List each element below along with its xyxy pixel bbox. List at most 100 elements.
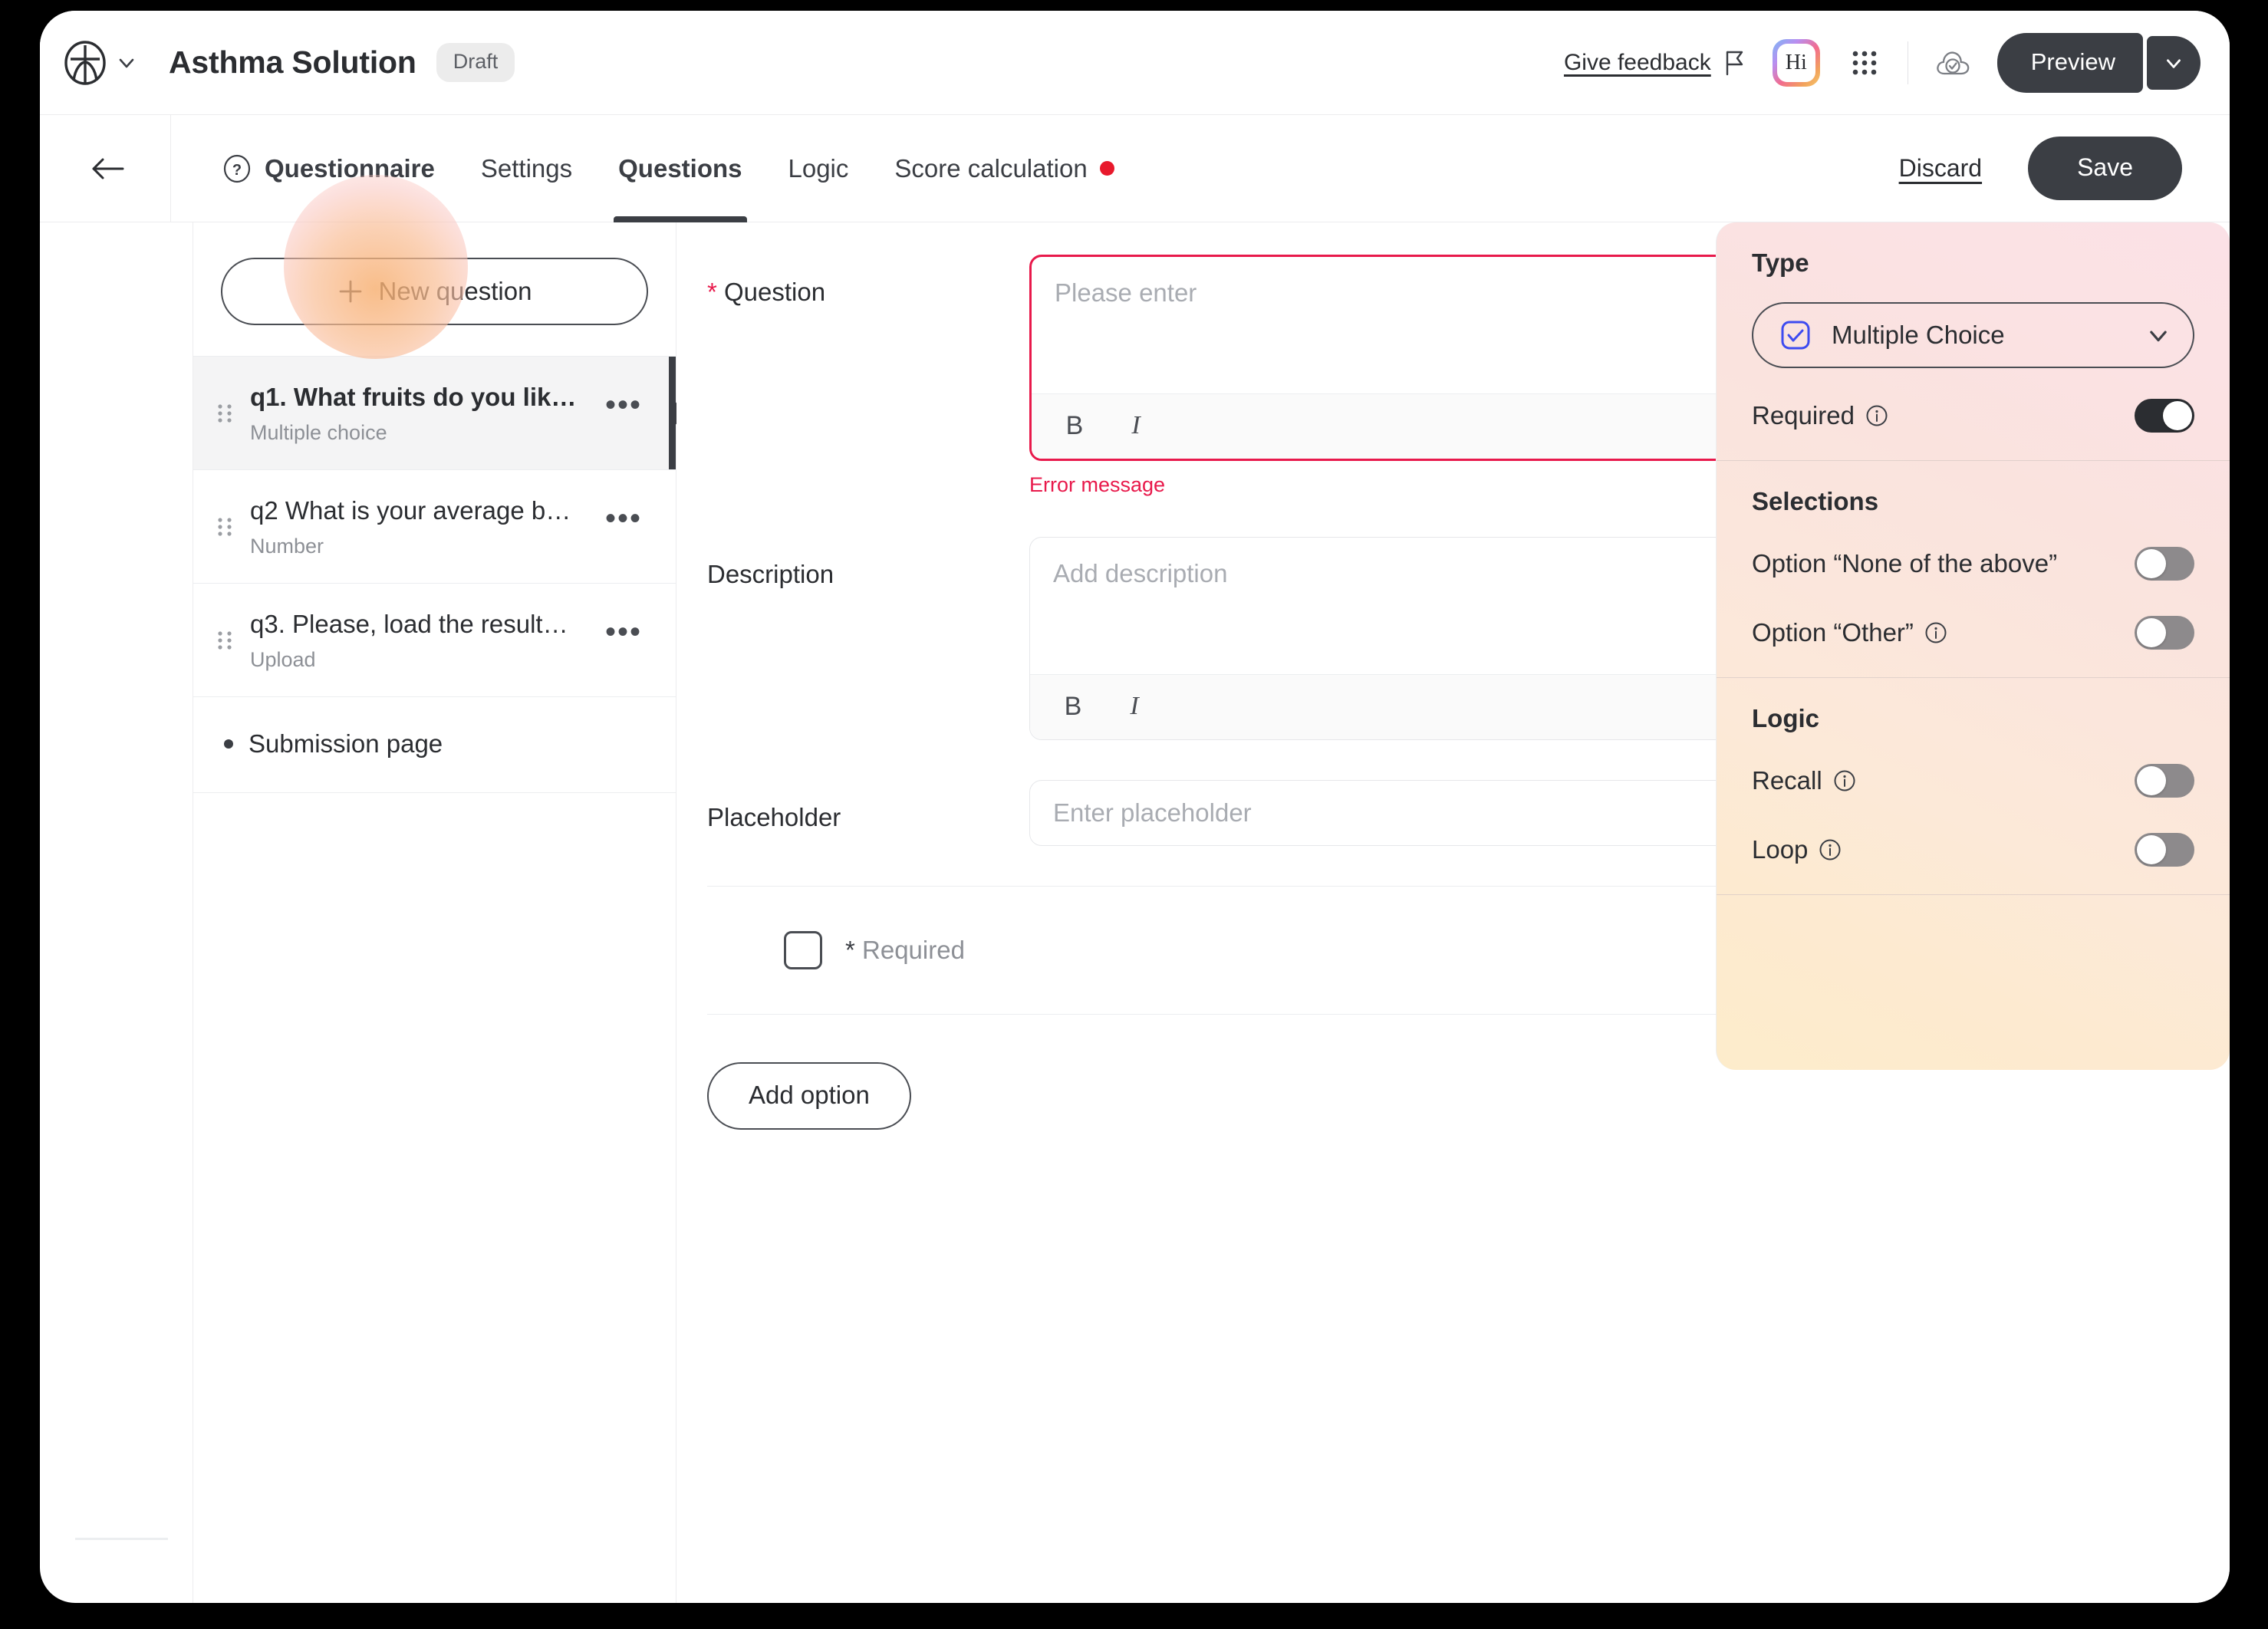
info-icon[interactable] [1819,838,1842,861]
italic-button[interactable]: I [1118,686,1151,727]
option-label-text: Required [862,936,965,964]
drag-handle-icon[interactable] [216,512,233,542]
save-button[interactable]: Save [2028,137,2182,200]
brand-circle-icon [64,40,106,85]
apps-grid-icon[interactable] [1848,46,1881,80]
question-item-more-button[interactable]: ••• [594,503,653,541]
question-list-item-q1[interactable]: q1. What fruits do you lik… Multiple cho… [193,356,690,469]
description-rich-text-editor[interactable]: Add description B I [1029,537,1735,740]
divider [170,114,171,222]
discard-button[interactable]: Discard [1899,154,1982,183]
tab-bar-actions: Discard Save [1899,137,2182,200]
tab-logic[interactable]: Logic [765,115,872,222]
toggle-knob [2137,835,2166,864]
info-icon[interactable] [1833,769,1856,792]
tab-settings[interactable]: Settings [458,115,595,222]
question-rte-toolbar: B I [1032,393,1733,459]
tab-label: Questions [618,153,742,183]
required-asterisk: * [707,278,717,306]
question-type-select[interactable]: Multiple Choice [1752,302,2194,368]
question-list-item-q3[interactable]: q3. Please, load the result… Upload ••• [193,583,676,696]
drag-handle-icon[interactable] [216,625,233,656]
question-field-label: * Question [707,255,1029,497]
loop-toggle[interactable] [2135,833,2194,867]
chevron-down-icon [2150,331,2167,342]
required-setting-label: Required [1752,401,1888,430]
question-error-message: Error message [1029,473,1166,496]
settings-panel-footer [1717,894,2230,956]
preview-button[interactable]: Preview [1996,32,2143,93]
question-item-title: q1. What fruits do you lik… [250,383,577,412]
question-item-type: Number [250,534,324,558]
option-other-toggle[interactable] [2135,616,2194,650]
tab-strip: ? Questionnaire Settings Questions Logic… [199,115,1137,222]
italic-button[interactable]: I [1119,405,1153,446]
tab-label: Questionnaire [265,153,435,183]
new-question-button[interactable]: New question [221,258,648,325]
recall-label-text: Recall [1752,766,1822,795]
tab-label: Settings [480,153,573,183]
loop-label-text: Loop [1752,835,1809,864]
placeholder-input[interactable] [1029,780,1735,846]
question-rich-text-editor[interactable]: Please enter B I [1029,255,1735,461]
question-item-text: q2 What is your average b… Number [250,495,594,558]
toggle-knob [2137,618,2166,647]
option-checkbox[interactable] [784,931,822,969]
app-title: Asthma Solution [169,44,416,80]
tab-questions[interactable]: Questions [595,115,765,222]
option-required-asterisk: * [845,936,855,964]
give-feedback-link[interactable]: Give feedback [1564,50,1711,76]
checkbox-check-icon [1781,321,1810,350]
info-icon[interactable] [1865,404,1888,427]
settings-section-title: Type [1752,248,1809,277]
add-option-button[interactable]: Add option [707,1062,911,1130]
top-bar: Asthma Solution Draft Give feedback Hi P… [40,11,2230,115]
toggle-knob [2137,766,2166,795]
tab-questionnaire[interactable]: ? Questionnaire [199,115,458,222]
bold-button[interactable]: B [1056,686,1090,727]
option-none-of-above-label: Option “None of the above” [1752,549,2057,578]
settings-section-selections: Selections Option “None of the above” Op… [1717,460,2230,677]
questions-list-panel: New question q1. What fruits do you lik…… [193,175,690,1603]
question-label-text: Question [724,278,826,306]
option-none-label-text: Option “None of the above” [1752,549,2058,578]
recall-toggle[interactable] [2135,764,2194,798]
chevron-down-icon [2167,58,2181,68]
question-input[interactable]: Please enter [1032,257,1733,393]
flag-icon[interactable] [1723,50,1746,76]
toggle-knob [2163,401,2192,430]
question-list-item-q2[interactable]: q2 What is your average b… Number ••• [193,469,676,583]
description-field-label: Description [707,560,834,588]
preview-dropdown-button[interactable] [2147,35,2201,90]
option-none-of-above-toggle[interactable] [2135,547,2194,581]
question-item-more-button[interactable]: ••• [594,617,653,655]
drag-handle-icon[interactable] [216,398,233,429]
placeholder-field-control [1029,780,1735,846]
rail-footer-divider [75,1538,168,1540]
question-item-text: q3. Please, load the result… Upload [250,608,594,671]
required-toggle[interactable] [2135,399,2194,433]
question-item-more-button[interactable]: ••• [594,390,653,428]
arrow-left-icon [92,158,124,179]
status-badge: Draft [436,43,515,82]
question-item-type: Multiple choice [250,420,387,444]
submission-page-label: Submission page [249,729,443,758]
placeholder-field-label: Placeholder [707,803,841,831]
assistant-badge[interactable]: Hi [1772,38,1820,87]
left-rail [40,222,193,1603]
settings-section-title: Selections [1752,487,1879,515]
brand-group[interactable] [63,40,137,85]
tab-score-calculation[interactable]: Score calculation [871,115,1137,222]
info-icon[interactable] [1924,621,1947,644]
recall-row: Recall [1752,759,2194,802]
cloud-check-icon[interactable] [1934,44,1971,81]
tab-label: Logic [788,153,849,183]
question-field-control: Please enter B I Error message [1029,255,1735,497]
description-input[interactable]: Add description [1030,538,1734,674]
tab-bar: ? Questionnaire Settings Questions Logic… [40,114,2230,222]
question-item-type: Upload [250,647,316,671]
submission-page-item[interactable]: Submission page [193,696,676,793]
question-type-value: Multiple Choice [1832,321,2005,349]
back-button[interactable] [86,146,130,191]
bold-button[interactable]: B [1058,405,1091,446]
